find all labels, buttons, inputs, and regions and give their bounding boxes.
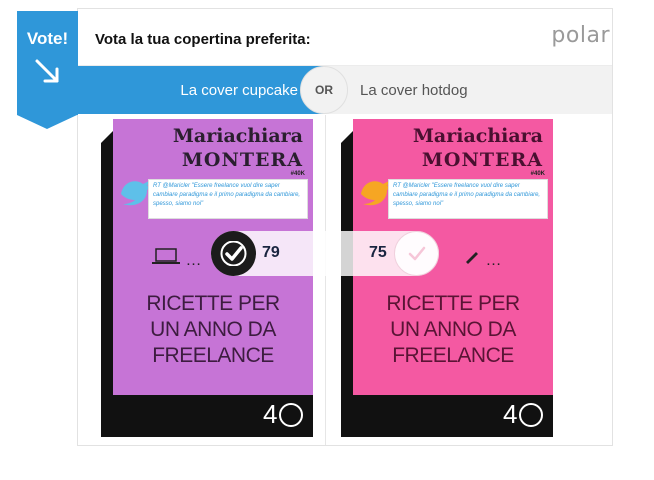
cover-title: RICETTE PER UN ANNO DA FREELANCE bbox=[353, 291, 553, 369]
cover-author-last: MONTERA bbox=[181, 149, 303, 171]
cover-title: RICETTE PER UN ANNO DA FREELANCE bbox=[113, 291, 313, 369]
check-icon bbox=[408, 246, 426, 261]
cover-author-first: Mariachiara bbox=[412, 125, 543, 147]
cover-title-line: UN ANNO DA bbox=[150, 318, 276, 341]
vote-count-cupcake: 79 bbox=[262, 244, 280, 261]
publisher-logo: 4 bbox=[503, 399, 543, 429]
vote-ribbon-label: Vote! bbox=[26, 29, 69, 48]
poll-question: Vota la tua copertina preferita: bbox=[95, 31, 311, 48]
choice-hotdog-label: La cover hotdog bbox=[360, 82, 468, 99]
cover-title-line: RICETTE PER bbox=[386, 292, 520, 315]
cover-icons: … bbox=[463, 247, 501, 270]
choice-bar: La cover cupcake La cover hotdog OR bbox=[78, 66, 612, 114]
vote-count-hotdog: 75 bbox=[369, 244, 387, 261]
cover-author-last: MONTERA bbox=[421, 149, 543, 171]
cover-title-line: RICETTE PER bbox=[146, 292, 280, 315]
cover-hotdog[interactable]: Mariachiara MONTERA #40K RT @Maricler "E… bbox=[341, 119, 553, 437]
cover-author-first: Mariachiara bbox=[172, 125, 303, 147]
poll-header: Vota la tua copertina preferita: polar bbox=[78, 9, 612, 66]
vote-ribbon: Vote! bbox=[17, 11, 78, 129]
pencil-icon bbox=[466, 252, 478, 264]
svg-text:4: 4 bbox=[263, 399, 277, 429]
cover-tweet: RT @Maricler "Essere freelance vuol dire… bbox=[148, 179, 308, 219]
svg-text:4: 4 bbox=[503, 399, 517, 429]
cover-tag: #40K bbox=[530, 171, 545, 177]
choice-cupcake-button[interactable]: La cover cupcake bbox=[78, 66, 324, 114]
cover-icons-ellipsis: … bbox=[185, 252, 202, 269]
choice-cupcake-label: La cover cupcake bbox=[180, 82, 298, 99]
laptop-icon bbox=[152, 248, 180, 264]
cover-title-line: UN ANNO DA bbox=[390, 318, 516, 341]
check-icon bbox=[220, 241, 247, 266]
cover-title-line: FREELANCE bbox=[152, 344, 274, 367]
polar-logo[interactable]: polar bbox=[551, 23, 610, 48]
cover-title-line: FREELANCE bbox=[392, 344, 514, 367]
cover-cupcake[interactable]: Mariachiara MONTERA #40K RT @Maricler "E… bbox=[101, 119, 313, 437]
cover-divider bbox=[325, 115, 326, 445]
selected-vote-indicator[interactable] bbox=[211, 231, 256, 276]
unselected-vote-indicator[interactable] bbox=[394, 231, 439, 276]
cover-icons: … bbox=[151, 247, 201, 270]
cover-tweet: RT @Maricler "Essere freelance vuol dire… bbox=[388, 179, 548, 219]
publisher-logo: 4 bbox=[263, 399, 303, 429]
cover-icons-ellipsis: … bbox=[485, 252, 502, 269]
choice-hotdog-button[interactable]: La cover hotdog bbox=[324, 66, 612, 114]
vote-arrow-icon bbox=[35, 59, 59, 83]
cover-tag: #40K bbox=[290, 171, 305, 177]
or-badge: OR bbox=[300, 66, 348, 114]
